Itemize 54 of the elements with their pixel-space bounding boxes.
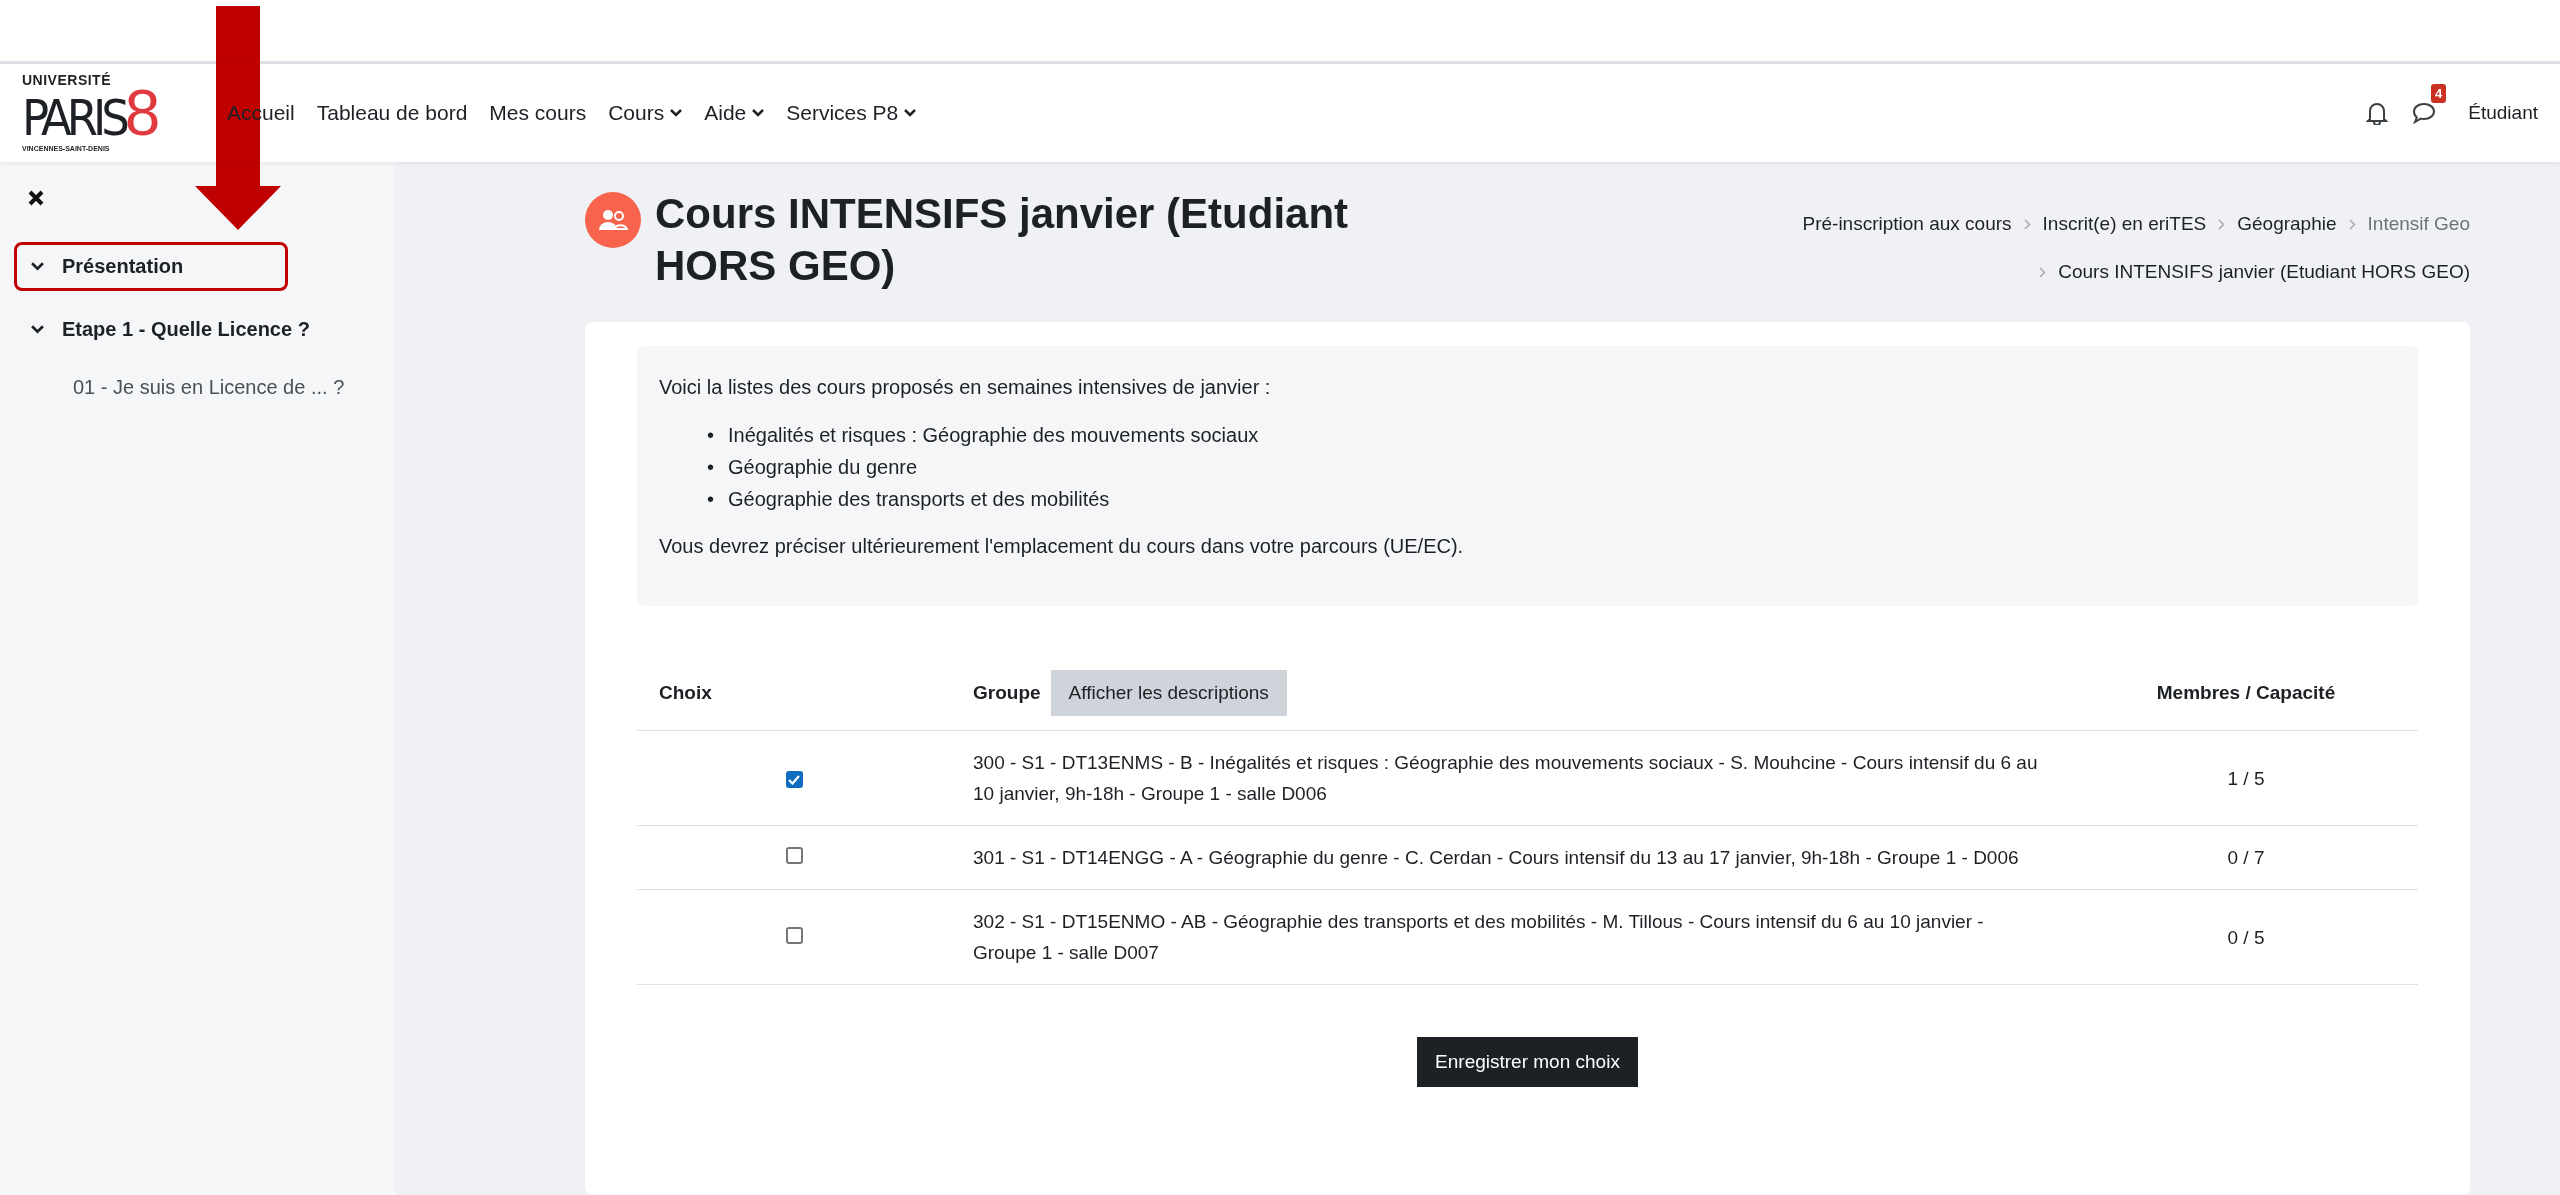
nav-link[interactable]: Services P8: [786, 101, 917, 125]
members-count: 1 / 5: [2227, 767, 2265, 789]
column-header: Choix: [659, 682, 712, 703]
course-list-item: Inégalités et risques : Géographie des mouvements sociaux: [728, 423, 1259, 448]
logo-number[interactable]: 8: [124, 87, 161, 139]
nav-link[interactable]: Cours: [608, 101, 683, 125]
sidebar-link[interactable]: 01 - Je suis en Licence de ... ?: [14, 368, 381, 407]
members-count: 0 / 7: [2227, 847, 2265, 868]
user-menu[interactable]: Étudiant: [2468, 102, 2538, 124]
bell-icon[interactable]: [2366, 101, 2389, 125]
nav-link[interactable]: Mes cours: [489, 101, 587, 125]
sidebar-section[interactable]: Présentation: [14, 242, 288, 291]
message-count-badge: 4: [2431, 84, 2447, 103]
chevron-down-icon: [31, 262, 44, 271]
chevron-down-icon: [752, 109, 765, 117]
sidebar-section[interactable]: Etape 1 - Quelle Licence ?: [14, 305, 327, 354]
breadcrumb-link[interactable]: Pré-inscription aux cours: [1802, 204, 2012, 244]
note-text: Vous devrez préciser ultérieurement l'emplacement du cours dans votre parcours (UE/EC).: [659, 535, 1465, 558]
chevron-down-icon: [31, 325, 44, 334]
save-choice-button[interactable]: Enregistrer mon choix: [1417, 1037, 1638, 1087]
column-header: Membres / Capacité: [2156, 682, 2336, 703]
choice-checkbox[interactable]: [785, 926, 803, 944]
chevron-right-icon: [2348, 218, 2356, 230]
breadcrumb-link[interactable]: Inscrit(e) en eriTES: [2011, 204, 2207, 244]
course-list-item: Géographie du genre: [728, 455, 918, 480]
members-count: 0 / 5: [2227, 926, 2265, 948]
course-list-item: Géographie des transports et des mobilités: [728, 487, 1110, 512]
choice-checkbox[interactable]: [785, 771, 803, 788]
choice-checkbox[interactable]: [785, 847, 803, 864]
chevron-down-icon: [670, 109, 683, 117]
chevron-right-icon: [2023, 218, 2031, 230]
breadcrumb-link[interactable]: Intensif Geo: [2336, 204, 2470, 244]
column-header: Groupe: [973, 682, 1041, 703]
logo-name[interactable]: PARIS: [22, 92, 125, 144]
show-descriptions-button[interactable]: Afficher les descriptions: [1050, 670, 1287, 716]
bullet: •: [707, 487, 714, 512]
breadcrumb-link[interactable]: Cours INTENSIFS janvier (Etudiant HORS GEO): [2027, 252, 2470, 292]
bullet: •: [707, 423, 714, 448]
group-description: 302 - S1 - DT15ENMO - AB - Géographie des transports et des mobilités - M. Tillous - Cours intensif du 6 au 10 janvier - Groupe 1 - salle D007: [973, 910, 1985, 965]
group-description: 300 - S1 - DT13ENMS - B - Inégalités et risques : Géographie des mouvements sociaux - S. Mouhcine - Cours intensif du 6 au 10 janvier, 9h-18h - Groupe 1 - salle D006: [973, 751, 2039, 806]
intro-text: Voici la listes des cours proposés en semaines intensives de janvier :: [659, 376, 1272, 399]
page-title: Cours INTENSIFS janvier (Etudiant HORS GEO): [655, 189, 1350, 291]
nav-link[interactable]: Aide: [704, 101, 765, 125]
logo-top-text: UNIVERSITÉ: [22, 73, 112, 87]
chevron-right-icon: [2218, 218, 2226, 230]
chevron-right-icon: [2039, 266, 2047, 278]
chevron-down-icon: [904, 109, 917, 117]
group-icon: [585, 192, 641, 248]
nav-link[interactable]: Tableau de bord: [316, 101, 468, 125]
close-icon[interactable]: [28, 190, 44, 206]
group-description: 301 - S1 - DT14ENGG - A - Géographie du genre - C. Cerdan - Cours intensif du 13 au 17 janvier, 9h-18h - Groupe 1 - D006: [973, 846, 2019, 870]
bullet: •: [707, 455, 714, 480]
breadcrumb-link[interactable]: Géographie: [2206, 204, 2337, 244]
chat-bubble-icon[interactable]: [2412, 102, 2437, 124]
